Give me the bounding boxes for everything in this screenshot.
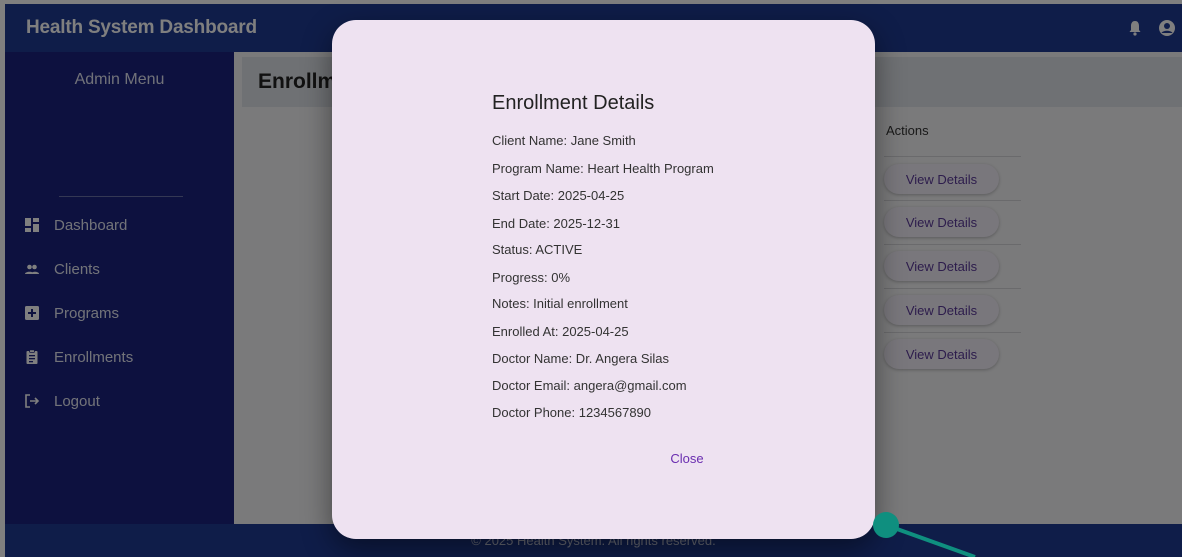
drag-handle[interactable] (873, 512, 899, 538)
drag-indicator-line (885, 523, 976, 557)
